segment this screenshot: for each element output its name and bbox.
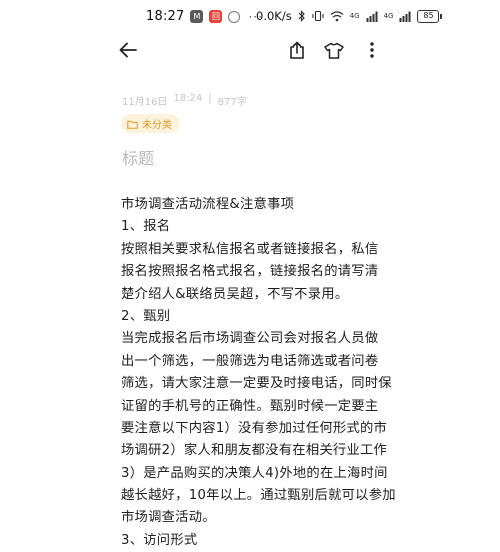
status-bar: 18:27 M 回 ··· 0.0K/s 4G 4G 85 bbox=[0, 0, 500, 36]
signal-icon-2 bbox=[399, 11, 411, 22]
note-line: 出一个筛选，一般筛选为电话筛选或者问卷 bbox=[121, 353, 379, 369]
share-icon bbox=[289, 41, 305, 63]
more-button[interactable] bbox=[360, 40, 384, 64]
note-line: 场调研2）家人和朋友都没有在相关行业工作 bbox=[121, 443, 388, 459]
note-line: 3）是产品购买的决策人4)外地的在上海时间 bbox=[121, 465, 388, 481]
note-body[interactable]: 市场调查活动流程&注意事项 1、报名 按照相关要求私信报名或者链接报名，私信 报… bbox=[121, 194, 396, 552]
note-time: 18:24 bbox=[173, 93, 203, 104]
note-line: 证留的手机号的正确性。甄别时候一定要主 bbox=[121, 398, 379, 414]
theme-button[interactable] bbox=[322, 40, 346, 64]
note-line: 市场调查活动。 bbox=[121, 510, 216, 526]
note-line: 报名按照报名格式报名，链接报名的请写清 bbox=[121, 264, 379, 280]
back-button[interactable] bbox=[116, 40, 140, 64]
note-line: 筛选，请大家注意一定要及时接电话，同时保 bbox=[121, 376, 392, 392]
battery-tip bbox=[440, 13, 443, 19]
folder-icon bbox=[127, 114, 138, 133]
note-meta: 11月16日 18:24 | 877字 bbox=[122, 93, 247, 108]
network-type-label-2: 4G bbox=[383, 12, 394, 20]
folder-label: 未分类 bbox=[142, 120, 172, 131]
note-line: 2、甄别 bbox=[121, 308, 171, 324]
more-vertical-icon bbox=[369, 41, 375, 63]
wifi-icon bbox=[330, 10, 344, 22]
back-arrow-icon bbox=[119, 42, 137, 62]
signal-icon bbox=[366, 11, 378, 22]
mail-app-icon: M bbox=[190, 10, 204, 23]
circle-app-icon bbox=[228, 10, 241, 23]
note-line: 市场调查活动流程&注意事项 bbox=[121, 197, 295, 212]
battery-level: 85 bbox=[417, 9, 440, 23]
word-count: 877字 bbox=[217, 97, 247, 108]
note-line: 3、访问形式 bbox=[121, 532, 198, 548]
battery-icon: 85 bbox=[417, 9, 443, 23]
meta-separator: | bbox=[208, 93, 212, 104]
news-app-icon: 回 bbox=[209, 10, 223, 23]
status-right: 0.0K/s 4G 4G 85 bbox=[256, 9, 443, 23]
status-time: 18:27 bbox=[146, 9, 185, 24]
note-line: 楚介绍人&联络员吴超，不写不录用。 bbox=[121, 286, 349, 302]
network-speed: 0.0K/s bbox=[256, 9, 292, 23]
note-toolbar bbox=[0, 36, 500, 68]
note-line: 越长越好，10年以上。通过甄别后就可以参加 bbox=[121, 488, 396, 504]
bluetooth-icon bbox=[298, 10, 306, 22]
network-type-label: 4G bbox=[349, 12, 360, 20]
status-left: 18:27 M 回 ··· bbox=[146, 9, 263, 24]
note-line: 按照相关要求私信报名或者链接报名，私信 bbox=[121, 241, 379, 257]
share-button[interactable] bbox=[285, 40, 309, 64]
note-line: 当完成报名后市场调查公司会对报名人员做 bbox=[121, 331, 379, 347]
vibrate-icon bbox=[312, 10, 324, 22]
note-line: 要注意以下内容1）没有参加过任何形式的市 bbox=[121, 420, 388, 436]
note-line: 1、报名 bbox=[121, 219, 171, 235]
shirt-icon bbox=[324, 42, 344, 63]
title-input[interactable]: 标题 bbox=[122, 145, 154, 169]
note-date: 11月16日 bbox=[122, 97, 168, 108]
folder-chip[interactable]: 未分类 bbox=[121, 114, 180, 133]
